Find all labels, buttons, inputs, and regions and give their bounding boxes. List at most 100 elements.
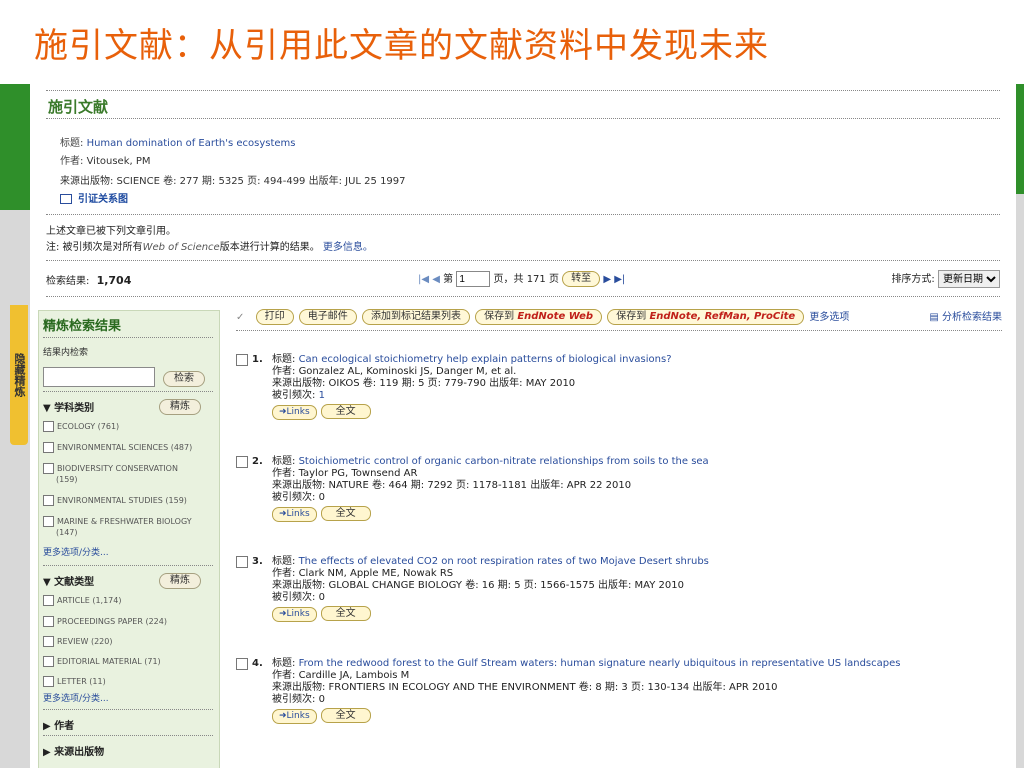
record-checkbox[interactable] (236, 658, 248, 670)
checkbox[interactable] (43, 616, 54, 627)
add-to-marked-button[interactable]: 添加到标记结果列表 (361, 309, 470, 325)
next-page-icon[interactable]: ▶ (603, 274, 611, 285)
record-checkbox[interactable] (236, 456, 248, 468)
save-endnote-web-button[interactable]: 保存到 EndNote Web (475, 309, 603, 325)
checkbox[interactable] (43, 442, 54, 453)
links-button[interactable]: ➜Links (272, 709, 317, 724)
record-title-label: 标题: (272, 556, 296, 567)
record-authors: Cardille JA, Lambois M (298, 670, 410, 681)
hide-refine-tab[interactable]: 隐藏精炼 (10, 305, 28, 445)
links-label: Links (286, 609, 310, 619)
checkbox[interactable] (43, 495, 54, 506)
citation-map-label: 引证关系图 (78, 194, 128, 205)
analyze-results-link[interactable]: ▤ 分析检索结果 (929, 308, 1002, 323)
more-options-subject[interactable]: 更多选项/分类... (43, 545, 109, 558)
citation-map-icon (60, 194, 72, 204)
facet-option-label: PROCEEDINGS PAPER (224) (57, 617, 167, 626)
refine-title: 精炼检索结果 (43, 319, 122, 334)
links-button[interactable]: ➜Links (272, 405, 317, 420)
checkbox[interactable] (43, 421, 54, 432)
more-options-doctype[interactable]: 更多选项/分类... (43, 691, 109, 704)
email-button[interactable]: 电子邮件 (298, 309, 357, 325)
facet-option[interactable]: ENVIRONMENTAL SCIENCES (487) (43, 442, 192, 453)
green-bar-left (0, 84, 30, 210)
links-label: Links (286, 711, 310, 721)
record-author-label: 作者: (272, 568, 296, 579)
links-button[interactable]: ➜Links (272, 607, 317, 622)
facet-source[interactable]: ▶ 来源出版物 (43, 743, 104, 758)
go-button[interactable]: 转至 (562, 271, 601, 287)
checkbox[interactable] (43, 516, 54, 527)
fulltext-button[interactable]: 全文 (320, 708, 371, 723)
record-source: 来源出版物: NATURE 卷: 464 期: 7292 页: 1178-118… (272, 480, 632, 491)
more-info-link[interactable]: 更多信息。 (323, 242, 373, 253)
checkbox[interactable] (43, 676, 54, 687)
facet-option[interactable]: MARINE & FRESHWATER BIOLOGY (147) (43, 516, 192, 538)
more-options-link[interactable]: 更多选项 (809, 312, 849, 323)
record-title-link[interactable]: The effects of elevated CO2 on root resp… (299, 556, 709, 567)
results-count: 1,704 (96, 274, 132, 287)
facet-option[interactable]: EDITORIAL MATERIAL (71) (43, 656, 161, 667)
save-endnote-button[interactable]: 保存到 EndNote, RefMan, ProCite (607, 309, 805, 325)
facet-option[interactable]: ENVIRONMENTAL STUDIES (159) (43, 495, 187, 506)
record-cited-label: 被引频次: (272, 390, 316, 401)
facet-option[interactable]: REVIEW (220) (43, 636, 112, 647)
record-cited-count: 0 (318, 694, 325, 705)
facet-option[interactable]: PROCEEDINGS PAPER (224) (43, 616, 167, 627)
facet-option-label: LETTER (11) (57, 677, 106, 686)
checkbox[interactable] (43, 463, 54, 474)
page-prefix: 第 (443, 274, 454, 285)
article-author-row: 作者: Vitousek, PM (60, 152, 151, 167)
search-within-button[interactable]: 检索 (163, 371, 205, 387)
fulltext-button[interactable]: 全文 (320, 506, 371, 521)
record-cited-count[interactable]: 1 (319, 390, 325, 401)
print-button[interactable]: 打印 (255, 309, 294, 325)
article-title-link[interactable]: Human domination of Earth's ecosystems (87, 138, 296, 149)
links-button[interactable]: ➜Links (272, 507, 317, 522)
facet-author[interactable]: ▶ 作者 (43, 717, 74, 732)
record-title-link[interactable]: Can ecological stoichiometry help explai… (299, 354, 672, 365)
checkbox[interactable] (43, 656, 54, 667)
facet-source-label: 来源出版物 (54, 747, 105, 758)
facet-option[interactable]: ARTICLE (1,174) (43, 595, 121, 606)
facet-doctype[interactable]: ▼ 文献类型 (43, 573, 94, 588)
mark-all-icon[interactable]: ✓ (236, 312, 244, 323)
record-checkbox[interactable] (236, 556, 248, 568)
notice-line2: 注: 被引频次是对所有Web of Science版本进行计算的结果。 更多信息… (46, 238, 373, 253)
browser-frame: 施引文献 标题: Human domination of Earth's eco… (0, 84, 1024, 768)
save-to-label: 保存到 (484, 311, 515, 322)
record-number: 2. (252, 456, 263, 467)
search-within-input[interactable] (43, 367, 155, 387)
record-cited-label: 被引频次: (272, 694, 316, 705)
record-authors: Gonzalez AL, Kominoski JS, Danger M, et … (298, 366, 517, 377)
last-page-icon[interactable]: ▶| (614, 274, 625, 285)
record-checkbox[interactable] (236, 354, 248, 366)
analyze-icon: ▤ (929, 312, 939, 323)
facet-option[interactable]: ECOLOGY (761) (43, 421, 119, 432)
fulltext-button[interactable]: 全文 (320, 606, 371, 621)
sort-select[interactable]: 更新日期 (938, 270, 1000, 288)
checkbox[interactable] (43, 595, 54, 606)
facet-option-label: BIODIVERSITY CONSERVATION (57, 464, 178, 473)
facet-doctype-label: 文献类型 (54, 577, 95, 588)
facet-option-label: ECOLOGY (761) (57, 422, 120, 431)
facet-option[interactable]: LETTER (11) (43, 676, 106, 687)
refine-button-subject[interactable]: 精炼 (159, 399, 201, 415)
record-cited-label: 被引频次: (272, 592, 316, 603)
citation-map-link[interactable]: 引证关系图 (60, 190, 128, 205)
facet-option-count: (147) (56, 528, 78, 537)
refine-button-doctype[interactable]: 精炼 (159, 573, 201, 589)
record-title-link[interactable]: From the redwood forest to the Gulf Stre… (299, 658, 901, 669)
facet-option[interactable]: BIODIVERSITY CONSERVATION (159) (43, 463, 178, 485)
page-number-input[interactable] (456, 271, 491, 287)
pager: |◀ ◀ 第 页，共 171 页 转至 ▶ ▶| (418, 270, 625, 287)
prev-page-icon[interactable]: ◀ (432, 274, 440, 285)
record-title-link[interactable]: Stoichiometric control of organic carbon… (299, 456, 709, 467)
first-page-icon[interactable]: |◀ (418, 274, 429, 285)
save-to-label: 保存到 (616, 311, 647, 322)
checkbox[interactable] (43, 636, 54, 647)
fulltext-button[interactable]: 全文 (320, 404, 371, 419)
links-label: Links (286, 407, 310, 417)
notice-prefix: 注: 被引频次是对所有 (46, 242, 143, 253)
facet-subject[interactable]: ▼ 学科类别 (43, 399, 94, 414)
